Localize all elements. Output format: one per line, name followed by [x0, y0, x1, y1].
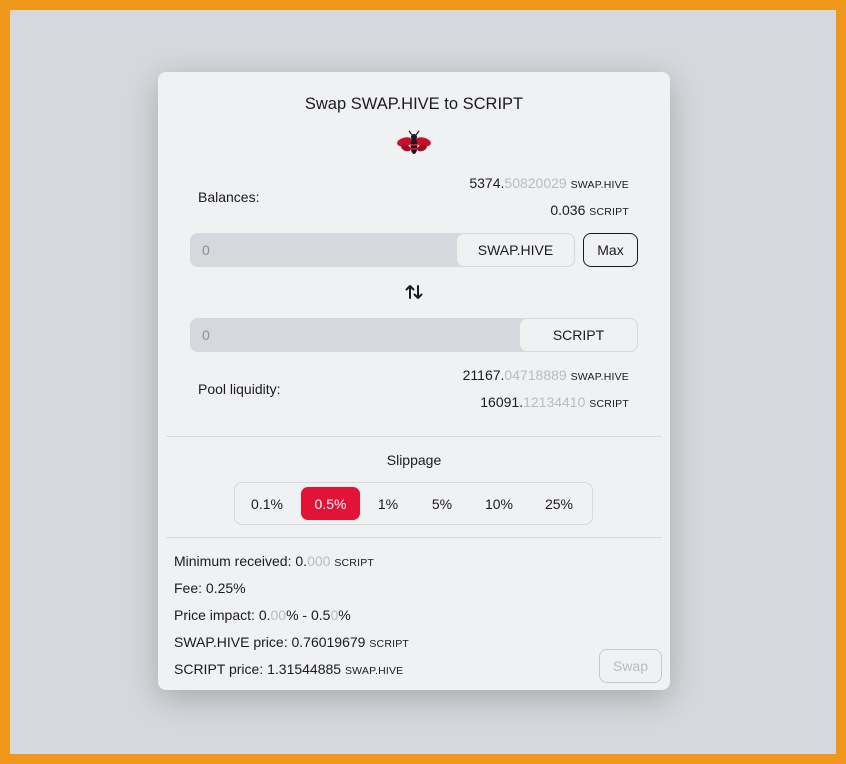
slippage-option-5[interactable]: 5% [417, 487, 467, 520]
modal-title: Swap SWAP.HIVE to SCRIPT [304, 95, 524, 113]
slippage-option-0-5[interactable]: 0.5% [301, 487, 360, 520]
swap-direction-icon[interactable] [404, 282, 424, 302]
to-amount-value[interactable]: 0 [202, 327, 210, 343]
pool-liquidity-to: 16091.12134410 SCRIPT [480, 394, 629, 410]
slippage-option-10[interactable]: 10% [472, 487, 526, 520]
divider [166, 537, 662, 538]
swap-hive-price: SWAP.HIVE price: 0.76019679 SCRIPT [174, 634, 410, 650]
minimum-received: Minimum received: 0.000 SCRIPT [174, 553, 375, 569]
fee-text: Fee: 0.25% [174, 580, 246, 596]
pool-liquidity-from: 21167.04718889 SWAP.HIVE [462, 367, 629, 383]
balance-to: 0.036 SCRIPT [550, 202, 629, 218]
balances-label: Balances: [198, 189, 260, 205]
max-button[interactable]: Max [583, 233, 638, 267]
slippage-option-1[interactable]: 1% [365, 487, 411, 520]
swap-button[interactable]: Swap [599, 649, 662, 683]
pool-liquidity-label: Pool liquidity: [198, 381, 281, 397]
slippage-options: 0.1% 0.5% 1% 5% 10% 25% [234, 482, 593, 525]
from-amount-value[interactable]: 0 [202, 242, 210, 258]
balance-from: 5374.50820029 SWAP.HIVE [469, 175, 629, 191]
from-amount-input[interactable]: 0 SWAP.HIVE [190, 233, 575, 267]
script-price: SCRIPT price: 1.31544885 SWAP.HIVE [174, 661, 404, 677]
slippage-option-0-1[interactable]: 0.1% [239, 487, 295, 520]
from-token-button[interactable]: SWAP.HIVE [456, 233, 575, 267]
price-impact: Price impact: 0.00% - 0.50% [174, 607, 351, 623]
hive-bee-icon [397, 130, 431, 154]
slippage-title: Slippage [386, 452, 442, 468]
slippage-option-25[interactable]: 25% [531, 487, 587, 520]
divider [166, 436, 662, 437]
to-token-button[interactable]: SCRIPT [519, 318, 638, 352]
to-amount-input[interactable]: 0 SCRIPT [190, 318, 638, 352]
swap-modal: Swap SWAP.HIVE to SCRIPT Balances: 5374.… [158, 72, 670, 690]
